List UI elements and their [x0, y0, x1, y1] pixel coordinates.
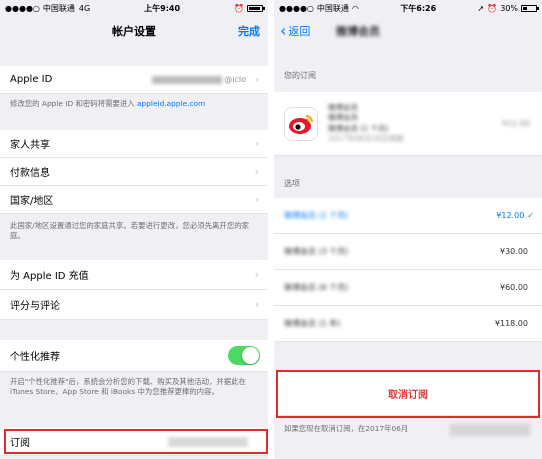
- personalized-note: 开启"个性化推荐"后，系统会分析您的下载、购买及其他活动，并据此在 iTunes…: [10, 377, 246, 396]
- option-price: ¥118.00: [494, 319, 528, 328]
- row-label: 个性化推荐: [10, 352, 60, 363]
- apple-id-value: @iclo: [151, 75, 246, 84]
- battery-percent: 30%: [500, 3, 518, 13]
- options-header: 选项: [284, 179, 300, 188]
- network-label: 4G: [78, 3, 91, 13]
- page-title: 微博会员: [336, 25, 380, 38]
- back-label: 返回: [288, 25, 311, 38]
- subscription-detail: 微博会员: [328, 113, 358, 123]
- option-price: ¥60.00: [500, 283, 528, 292]
- location-icon: ➚: [477, 3, 485, 13]
- alarm-icon: ⏰: [487, 3, 498, 13]
- subscription-price: ¥12.00: [502, 119, 530, 128]
- chevron-right-icon: ›: [254, 165, 259, 178]
- option-row[interactable]: 微博会员 (3 个月) ¥30.00: [274, 234, 542, 270]
- highlight-frame: [276, 370, 540, 418]
- chevron-left-icon: ‹: [280, 21, 287, 40]
- apple-id-row[interactable]: Apple ID @iclo ›: [0, 66, 268, 94]
- your-subscription-header: 您的订阅: [284, 71, 316, 80]
- chevron-right-icon: ›: [254, 193, 259, 206]
- row-label: 家人共享: [10, 140, 50, 151]
- battery-icon: [247, 4, 265, 12]
- chevron-right-icon: ›: [254, 73, 259, 86]
- row-label: 付款信息: [10, 168, 50, 179]
- option-label: 微博会员 (1 年): [284, 319, 341, 328]
- clock: 上午9:40: [144, 3, 181, 13]
- ratings-reviews-row[interactable]: 评分与评论 ›: [0, 290, 268, 320]
- personalized-recommendations-row: 个性化推荐: [0, 340, 268, 372]
- chevron-right-icon: ›: [254, 137, 259, 150]
- status-bar: ●●●●○ 中国联通 ◠ 下午6:26 ➚ ⏰ 30%: [274, 0, 542, 16]
- subscription-detail-screen: ●●●●○ 中国联通 ◠ 下午6:26 ➚ ⏰ 30% ‹ 返回 微博会员 您的…: [274, 0, 542, 459]
- option-row[interactable]: 微博会员 (6 个月) ¥60.00: [274, 270, 542, 306]
- page-title: 帐户设置: [112, 25, 156, 38]
- option-price: ¥30.00: [500, 247, 528, 256]
- option-label: 微博会员 (6 个月): [284, 283, 349, 292]
- nav-bar: ‹ 返回 微博会员: [274, 16, 542, 46]
- back-button[interactable]: ‹ 返回: [280, 23, 310, 39]
- done-button[interactable]: 完成: [238, 23, 260, 39]
- renewal-date: 2017年06月16日续期: [328, 133, 404, 143]
- nav-bar: 帐户设置 完成: [0, 16, 268, 46]
- option-row[interactable]: 微博会员 (1 年) ¥118.00: [274, 306, 542, 342]
- option-price: ¥12.00: [496, 211, 525, 220]
- chevron-right-icon: ›: [254, 268, 259, 281]
- row-label: 为 Apple ID 充值: [10, 271, 89, 282]
- option-row[interactable]: 微博会员 (1 个月) ¥12.00 ✓: [274, 198, 542, 234]
- weibo-logo-icon: [284, 106, 318, 141]
- row-label: 评分与评论: [10, 301, 60, 312]
- redacted-text: [450, 424, 530, 436]
- option-label: 微博会员 (3 个月): [284, 247, 349, 256]
- carrier-label: 中国联通: [42, 3, 75, 13]
- current-subscription-card: 微博会员 微博会员 微博会员 (1 个月) 2017年06月16日续期 ¥12.…: [274, 92, 542, 156]
- chevron-right-icon: ›: [254, 298, 259, 311]
- signal-icon: ●●●●○: [5, 3, 40, 13]
- redacted-email: [151, 75, 222, 84]
- subscription-name: 微博会员: [328, 103, 358, 113]
- family-sharing-row[interactable]: 家人共享 ›: [0, 130, 268, 158]
- top-up-apple-id-row[interactable]: 为 Apple ID 充值 ›: [0, 260, 268, 290]
- option-label: 微博会员 (1 个月): [284, 211, 349, 220]
- carrier-label: 中国联通: [316, 3, 349, 13]
- apple-id-label: Apple ID: [10, 74, 53, 85]
- status-bar: ●●●●○ 中国联通 4G 上午9:40 ⏰: [0, 0, 268, 16]
- checkmark-icon: ✓: [527, 211, 534, 220]
- alarm-icon: ⏰: [234, 3, 244, 13]
- signal-icon: ●●●●○: [279, 3, 314, 13]
- battery-icon: [521, 4, 539, 12]
- payment-info-row[interactable]: 付款信息 ›: [0, 158, 268, 186]
- apple-id-note: 修改您的 Apple ID 和密码将需要进入 appleid.apple.com: [10, 99, 206, 108]
- wifi-icon: ◠: [351, 3, 359, 13]
- clock: 下午6:26: [400, 3, 437, 13]
- region-note: 此国家/地区设置通过您的家庭共享。若要进行更改，您必须先离开您的家庭。: [10, 221, 249, 240]
- appleid-link[interactable]: appleid.apple.com: [137, 99, 205, 108]
- country-region-row[interactable]: 国家/地区 ›: [0, 186, 268, 214]
- highlight-frame: [4, 429, 268, 454]
- subscription-plan: 微博会员 (1 个月): [328, 123, 389, 133]
- row-label: 国家/地区: [10, 196, 54, 207]
- account-settings-screen: ●●●●○ 中国联通 4G 上午9:40 ⏰ 帐户设置 完成 Apple ID …: [0, 0, 268, 459]
- personalized-toggle[interactable]: [228, 346, 260, 365]
